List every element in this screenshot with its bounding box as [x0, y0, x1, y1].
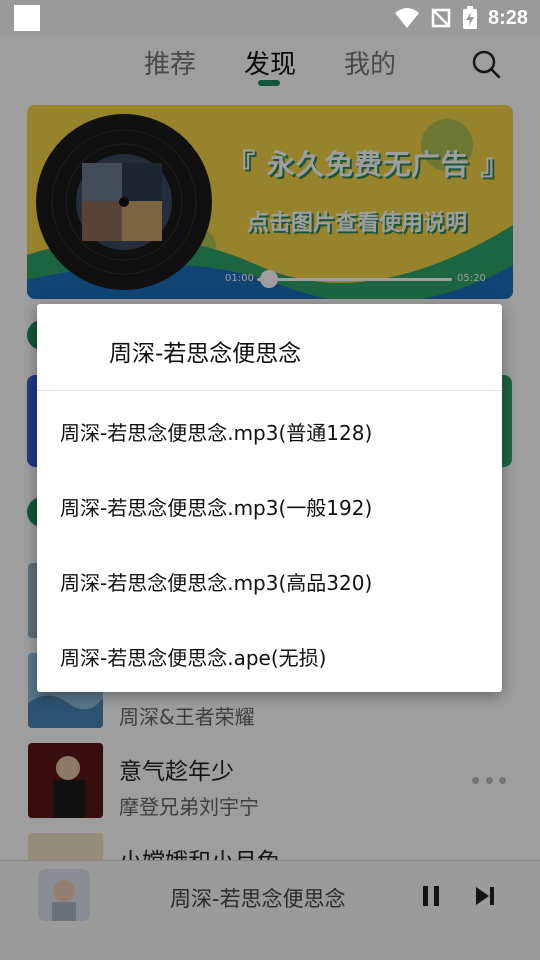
dialog-title: 周深-若思念便思念	[109, 341, 302, 367]
quality-option-lossless[interactable]: 周深-若思念便思念.ape(无损)	[37, 619, 502, 693]
notification-icon	[14, 5, 40, 31]
wifi-icon	[394, 8, 419, 28]
download-quality-dialog: 周深-若思念便思念 周深-若思念便思念.mp3(普通128) 周深-若思念便思念…	[37, 304, 502, 692]
quality-option-128[interactable]: 周深-若思念便思念.mp3(普通128)	[37, 394, 502, 468]
quality-option-320[interactable]: 周深-若思念便思念.mp3(高品320)	[37, 544, 502, 618]
status-icons: 8:28	[394, 0, 528, 36]
battery-charging-icon	[462, 6, 477, 29]
dialog-divider	[37, 390, 502, 391]
status-time: 8:28	[487, 6, 528, 29]
status-bar: 8:28	[0, 0, 540, 36]
quality-option-192[interactable]: 周深-若思念便思念.mp3(一般192)	[37, 469, 502, 543]
no-signal-icon	[431, 8, 451, 28]
